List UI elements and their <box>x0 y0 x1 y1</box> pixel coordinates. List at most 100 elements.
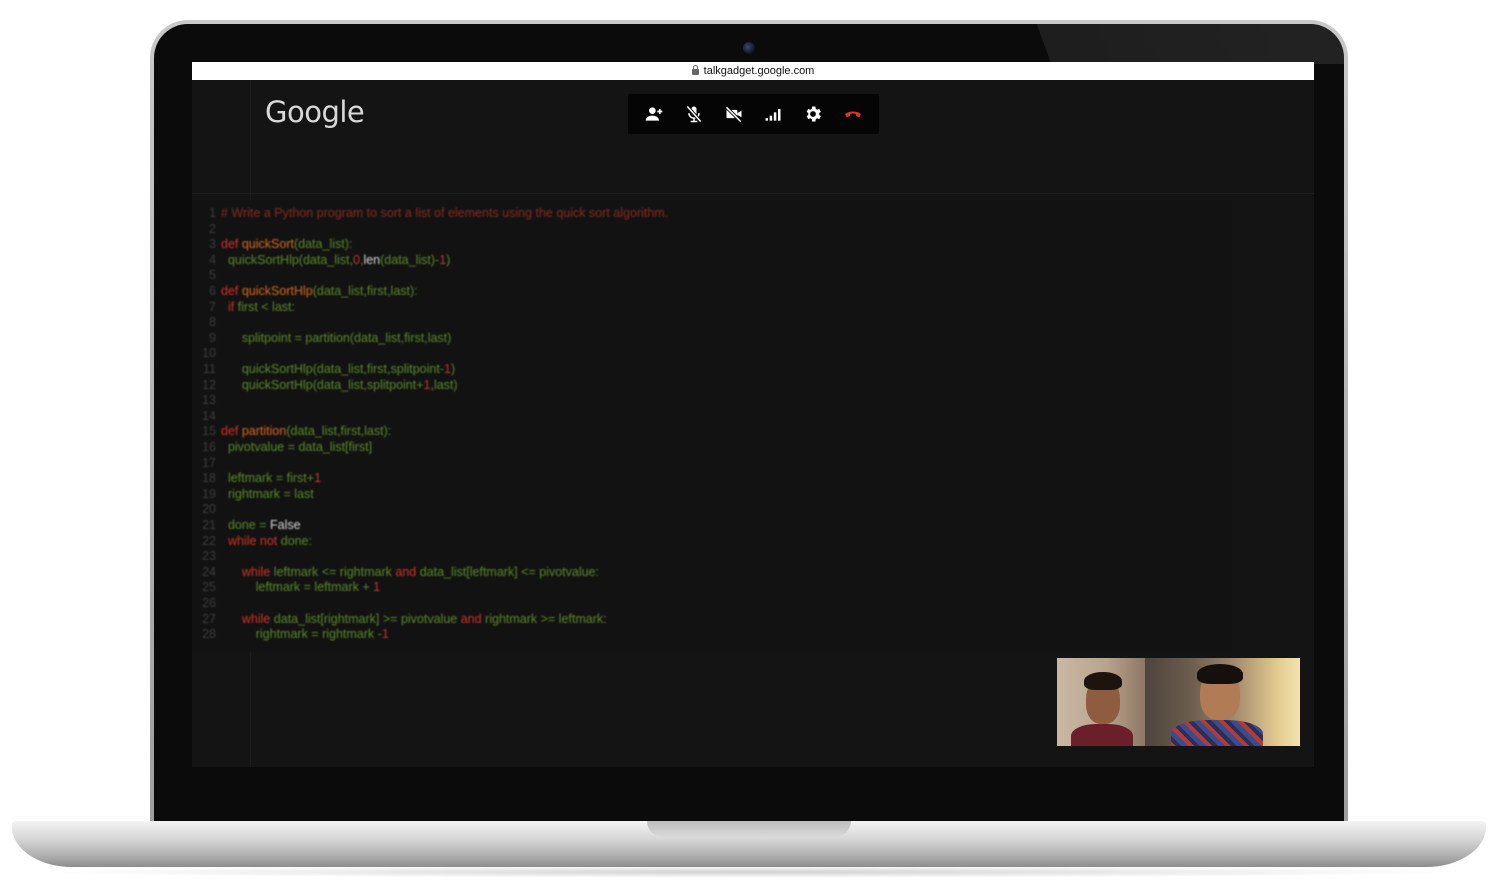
camera-toggle-button[interactable] <box>719 99 749 129</box>
camera-off-icon <box>724 106 742 123</box>
code-token: False <box>270 518 301 532</box>
hangout-page: Google 1 # Write a Python program to sort… <box>192 80 1314 767</box>
code-line: 5 <box>192 268 221 283</box>
address-bar[interactable]: talkgadget.google.com <box>192 62 1314 80</box>
bezel-glare <box>1036 24 1344 64</box>
code-token: rightmark >= leftmark: <box>485 611 607 626</box>
code-token: leftmark = first+ <box>221 471 315 486</box>
line-number: 25 <box>202 580 216 595</box>
line-number: 1 <box>209 206 216 220</box>
code-line: 15 def partition(data_list,first,last): <box>192 424 391 439</box>
line-number: 4 <box>209 252 216 267</box>
participant-video-1[interactable] <box>1057 658 1145 746</box>
code-line: 13 <box>192 393 221 408</box>
line-number: 10 <box>202 346 216 361</box>
line-number: 3 <box>209 237 216 252</box>
code-token: while not <box>221 533 281 548</box>
line-number: 21 <box>202 518 216 532</box>
code-line: 8 <box>192 315 221 330</box>
bandwidth-button[interactable] <box>758 99 788 129</box>
signal-bars-icon <box>765 109 781 121</box>
line-number: 11 <box>203 362 216 376</box>
code-line: 22 while not done: <box>192 534 312 549</box>
line-number: 15 <box>202 424 216 439</box>
hang-up-button[interactable] <box>838 99 868 129</box>
code-line: 28 rightmark = rightmark -1 <box>192 627 389 642</box>
code-token: if <box>221 299 238 314</box>
code-token: (data_list,first,last): <box>312 284 418 298</box>
mic-off-icon <box>685 105 702 123</box>
code-line: 27 while data_list[rightmark] >= pivotva… <box>192 612 607 627</box>
code-token: 1 <box>373 580 381 595</box>
line-number: 16 <box>202 440 216 454</box>
code-token: splitpoint = partition(data_list,first,l… <box>221 330 452 345</box>
code-token: def <box>221 424 242 439</box>
mute-mic-button[interactable] <box>679 99 709 129</box>
code-line: 24 while leftmark <= rightmark and data_… <box>192 565 599 580</box>
participant-video-2[interactable] <box>1145 658 1300 746</box>
code-token: data_list[leftmark] <= pivotvalue: <box>419 564 599 579</box>
line-number: 6 <box>209 284 216 298</box>
code-line: 20 <box>192 502 221 517</box>
line-number: 2 <box>209 221 216 236</box>
code-token: 1 <box>314 471 322 486</box>
code-line: 17 <box>192 456 221 471</box>
call-toolbar <box>628 94 879 134</box>
screen: talkgadget.google.com Google 1 # Write a… <box>192 62 1314 767</box>
participant-1-hair <box>1084 672 1122 690</box>
code-line: 9 splitpoint = partition(data_list,first… <box>192 331 451 346</box>
line-number: 26 <box>202 596 216 610</box>
code-line: 10 <box>192 346 221 361</box>
line-number: 28 <box>202 627 216 642</box>
code-token: quickSort <box>241 237 294 252</box>
code-line: 18 leftmark = first+1 <box>192 471 321 486</box>
lock-icon <box>691 65 699 75</box>
code-token: len <box>363 252 381 267</box>
code-token: partition <box>241 424 287 439</box>
code-token: while <box>221 611 274 626</box>
line-number: 7 <box>209 299 216 314</box>
code-token: done: <box>280 533 313 548</box>
code-line: 21 done = False <box>192 518 301 533</box>
code-line: 23 <box>192 549 221 564</box>
code-token: (data_list): <box>293 237 353 252</box>
code-token: (data_list,first,last): <box>286 424 392 439</box>
line-number: 13 <box>202 393 216 408</box>
webcam-icon <box>743 42 755 54</box>
header-divider <box>192 193 1314 194</box>
code-token: and <box>460 611 486 626</box>
line-number: 19 <box>202 486 216 501</box>
hang-up-icon <box>845 111 861 118</box>
participant-videos <box>1057 658 1300 746</box>
line-number: 9 <box>209 330 216 345</box>
code-token: def <box>221 284 242 298</box>
line-number: 17 <box>202 455 216 470</box>
code-token: leftmark <= rightmark <box>273 564 396 579</box>
code-token: def <box>221 237 242 252</box>
code-token: 1 <box>381 627 389 642</box>
invite-people-button[interactable] <box>639 99 669 129</box>
code-line: 25 leftmark = leftmark + 1 <box>192 580 380 595</box>
settings-button[interactable] <box>798 99 828 129</box>
code-line: 14 <box>192 409 221 424</box>
line-number: 22 <box>202 533 216 548</box>
code-token: while <box>221 564 274 579</box>
code-token: leftmark = leftmark + <box>221 580 374 595</box>
participant-2-hair <box>1197 664 1243 684</box>
laptop-notch <box>647 821 851 837</box>
add-person-icon <box>645 107 663 121</box>
gear-icon <box>806 106 822 122</box>
code-token: first < last: <box>237 299 295 314</box>
line-number: 5 <box>209 268 216 283</box>
url-text: talkgadget.google.com <box>703 65 815 77</box>
code-token: quickSortHlp(data_list,splitpoint+ <box>221 377 424 392</box>
code-token: quickSortHlp(data_list,first,splitpoint- <box>221 362 444 376</box>
line-number: 18 <box>202 471 216 486</box>
code-line: 19 rightmark = last <box>192 487 314 502</box>
code-token: quickSortHlp <box>241 284 313 298</box>
code-token: 1 <box>444 362 451 376</box>
line-number: 14 <box>202 408 216 423</box>
google-logo: Google <box>265 95 365 129</box>
code-line: 4 quickSortHlp(data_list,0,len(data_list… <box>192 253 450 268</box>
code-line: 1 # Write a Python program to sort a list… <box>192 206 668 221</box>
